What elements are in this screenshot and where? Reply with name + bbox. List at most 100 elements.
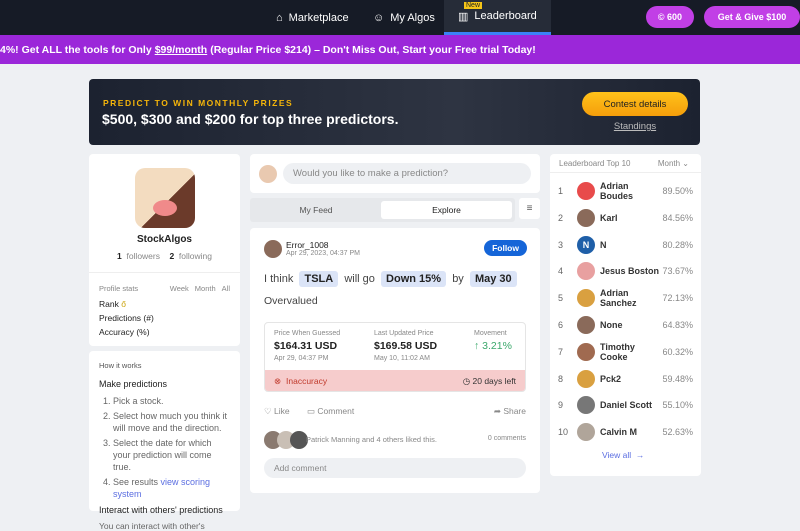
clock-icon: ◷ (462, 376, 473, 386)
leaderboard-row[interactable]: 4 Jesus Boston 73.67% (558, 261, 693, 281)
add-comment-input[interactable]: Add comment (264, 458, 526, 478)
accuracy-pct: 72.13% (662, 293, 693, 304)
user-name: N (600, 239, 607, 250)
prediction-text: by (452, 273, 464, 285)
view-all-link[interactable]: View all → (602, 450, 644, 460)
banner-headline: $500, $300 and $200 for top three predic… (102, 111, 399, 127)
rank-number: 4 (558, 266, 564, 277)
guessed-label: Price When Guessed (274, 330, 341, 337)
share-icon: ➦ (493, 406, 504, 416)
ticker-chip[interactable]: TSLA (299, 271, 339, 287)
leaderboard-row[interactable]: 6 None 64.83% (558, 315, 693, 335)
interact-heading: Interact with others' predictions (99, 505, 223, 515)
leaderboard-row[interactable]: 9 Daniel Scott 55.10% (558, 395, 693, 415)
medal-icon: ő (121, 299, 126, 309)
period-dropdown[interactable]: Month ⌄ (658, 159, 689, 168)
prediction-note: Overvalued (264, 295, 318, 307)
author-name[interactable]: Error_1008 (286, 240, 329, 250)
follow-button[interactable]: Follow (484, 240, 527, 256)
prediction-input[interactable]: Would you like to make a prediction? (283, 163, 531, 184)
accuracy-pct: 89.50% (662, 186, 693, 196)
prediction-post: Error_1008 Apr 29, 2023, 04:37 PM Follow… (250, 228, 540, 493)
move-chip: Down 15% (381, 271, 447, 287)
user-avatar: N (577, 235, 595, 254)
user-name: Pck2 (600, 373, 622, 384)
tab-my-feed[interactable]: My Feed (250, 198, 382, 222)
get-give-button[interactable]: Get & Give $100 (704, 6, 800, 28)
nav-label: My Algos (390, 11, 435, 24)
user-name: Daniel Scott (600, 400, 653, 411)
nav-label: Marketplace (288, 11, 349, 24)
rank-number: 6 (558, 320, 564, 330)
user-name: Karl (600, 212, 618, 223)
comment-icon: ▭ (307, 406, 318, 416)
period-label: Month (657, 159, 681, 168)
step: Pick a stock. (113, 395, 230, 407)
accuracy-pct: 60.32% (662, 346, 693, 357)
like-button[interactable]: ♡ Like (264, 406, 290, 417)
coin-icon: © (657, 12, 668, 22)
step: See results (113, 477, 159, 487)
filter-icon[interactable]: ≡ (519, 198, 540, 219)
period-week[interactable]: Week (170, 284, 189, 293)
likes-text[interactable]: Patrick Manning and 4 others liked this. (306, 435, 437, 444)
accuracy-pct: 59.48% (662, 373, 693, 384)
author-avatar (264, 240, 282, 258)
last-label: Last Updated Price (374, 330, 434, 337)
coins-count: 600 (667, 12, 683, 22)
contest-banner: PREDICT TO WIN MONTHLY PRIZES $500, $300… (89, 79, 700, 145)
coins-button[interactable]: © 600 (646, 6, 694, 28)
nav-marketplace[interactable]: ⌂ Marketplace (276, 0, 349, 35)
user-avatar (577, 423, 595, 442)
chevron-down-icon: ⌄ (682, 159, 689, 168)
accuracy-pct: 55.10% (662, 400, 693, 411)
leaderboard-row[interactable]: 5 Adrian Sanchez 72.13% (558, 288, 693, 308)
share-button[interactable]: ➦ Share (494, 406, 526, 417)
predictions-label: Predictions (#) (99, 313, 154, 323)
rank-number: 10 (558, 427, 569, 438)
nav-leaderboard[interactable]: New ▥ Leaderboard (444, 0, 551, 35)
likers-avatars (264, 431, 308, 449)
standings-link[interactable]: Standings (582, 121, 688, 132)
price-box: Price When Guessed $164.31 USD Apr 29, 0… (264, 322, 526, 392)
followers-link[interactable]: followers (126, 251, 160, 261)
leaderboard-row[interactable]: 7 Timothy Cooke 60.32% (558, 342, 693, 362)
user-name: Calvin M (600, 427, 638, 438)
rank-number: 7 (558, 346, 564, 357)
last-price: $169.58 USD (374, 340, 438, 352)
period-all[interactable]: All (222, 284, 230, 293)
leaderboard-row[interactable]: 8 Pck2 59.48% (558, 369, 693, 389)
followers-count: 1 (116, 251, 122, 261)
leaderboard-row[interactable]: 10 Calvin M 52.63% (558, 422, 693, 442)
composer-card: Would you like to make a prediction? (250, 154, 540, 193)
prediction-text: will go (344, 273, 375, 285)
following-link[interactable]: following (179, 251, 212, 261)
leaderboard-row[interactable]: 3 N N 80.28% (558, 235, 693, 255)
period-month[interactable]: Month (195, 284, 216, 293)
nav-label: Leaderboard (474, 10, 537, 22)
user-avatar (577, 182, 595, 200)
leaderboard-card: Leaderboard Top 10 Month ⌄ 1 Adrian Boud… (550, 154, 701, 476)
tab-explore[interactable]: Explore (381, 201, 512, 219)
accuracy-pct: 52.63% (662, 427, 693, 438)
comment-button[interactable]: ▭ Comment (307, 406, 354, 417)
arrow-right-icon: → (635, 450, 645, 460)
nav-my-algos[interactable]: ☺ My Algos (373, 0, 435, 35)
leaderboard-row[interactable]: 1 Adrian Boudes 89.50% (558, 181, 693, 201)
last-date: May 10, 11:02 AM (374, 355, 430, 362)
post-date: Apr 29, 2023, 04:37 PM (286, 250, 360, 257)
user-avatar (577, 396, 595, 415)
promo-price-link[interactable]: $99/month (155, 44, 208, 56)
days-left: 20 days left (472, 376, 516, 386)
profile-name: StockAlgos (136, 234, 192, 245)
share-label: Share (503, 406, 526, 416)
comments-count[interactable]: 0 comments (488, 435, 526, 442)
comment-label: Comment (317, 406, 355, 416)
contest-details-button[interactable]: Contest details (582, 92, 688, 116)
chart-icon: ▥ (458, 10, 469, 23)
rank-number: 2 (558, 212, 564, 223)
leaderboard-row[interactable]: 2 Karl 84.56% (558, 208, 693, 228)
user-avatar (577, 262, 595, 281)
new-badge: New (464, 2, 483, 9)
movement-label: Movement (474, 330, 507, 337)
